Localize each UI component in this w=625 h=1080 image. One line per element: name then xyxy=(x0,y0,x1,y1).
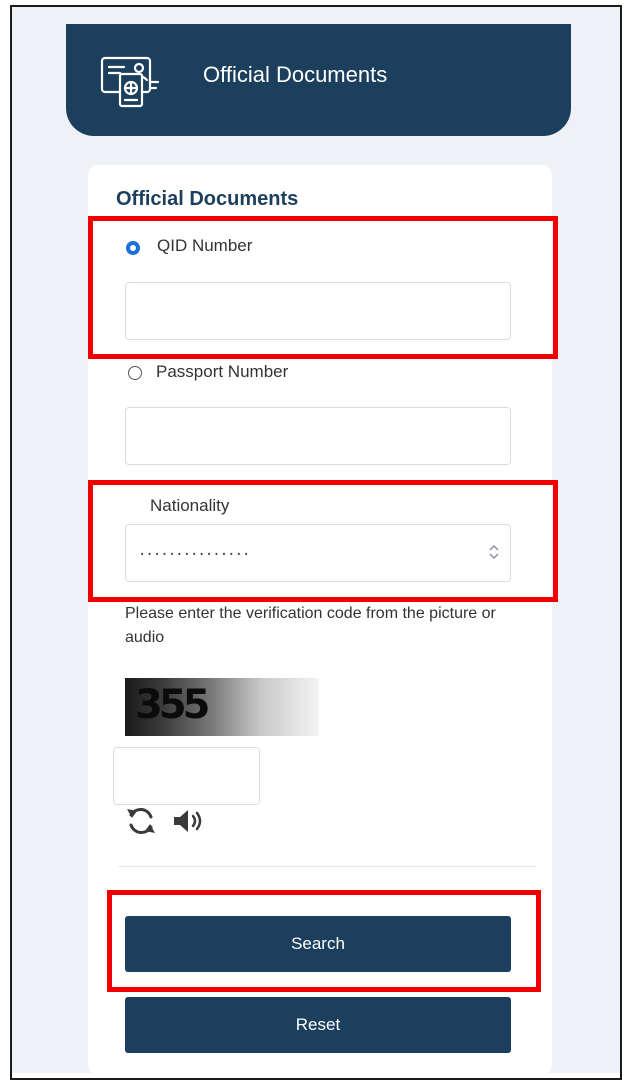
screenshot-frame xyxy=(10,5,622,1080)
